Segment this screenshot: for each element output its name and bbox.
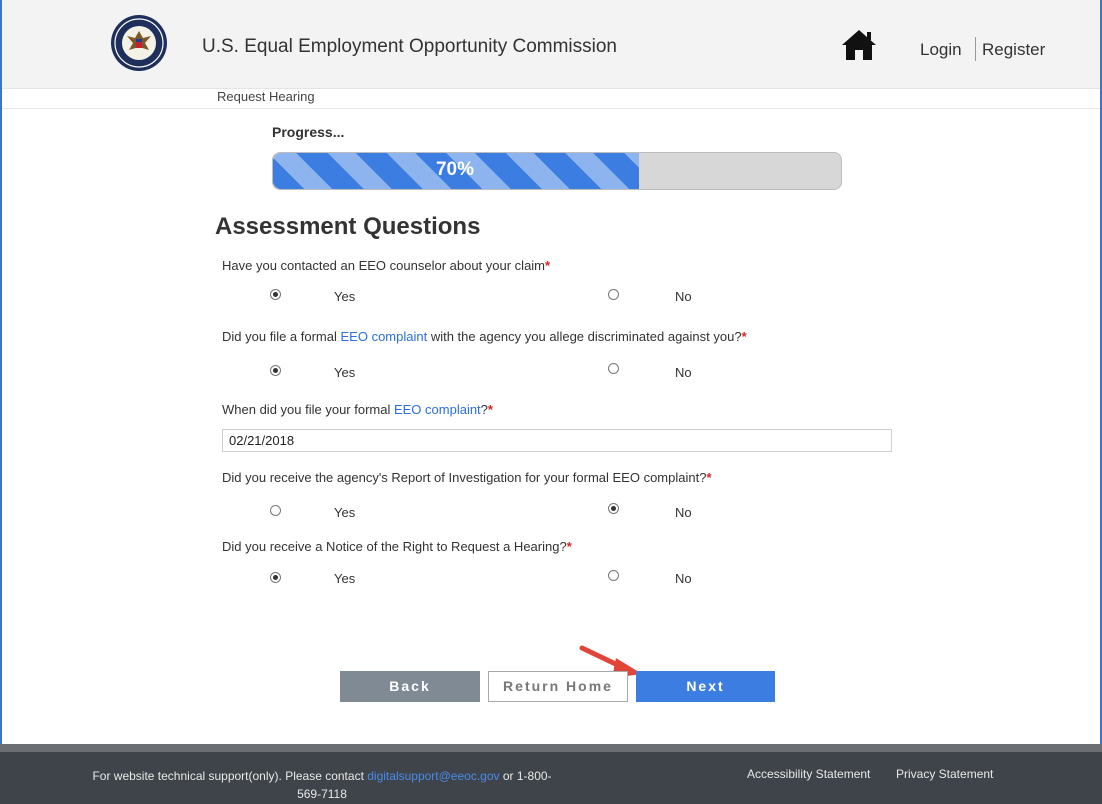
eeoc-seal-icon[interactable] xyxy=(110,14,168,72)
question-text: with the agency you allege discriminated… xyxy=(427,329,742,344)
q4-no-radio[interactable] xyxy=(608,503,619,514)
required-marker: * xyxy=(706,470,712,485)
required-marker: * xyxy=(545,258,551,273)
progress-bar: 70% xyxy=(272,152,842,190)
q4-yes-label[interactable]: Yes xyxy=(334,505,355,520)
breadcrumb-bar: Request Hearing xyxy=(2,88,1100,109)
q4-no-label[interactable]: No xyxy=(675,505,692,520)
support-email-link[interactable]: digitalsupport@eeoc.gov xyxy=(367,769,499,783)
question-2: Did you file a formal EEO complaint with… xyxy=(222,329,747,344)
q1-yes-radio[interactable] xyxy=(270,289,281,300)
question-text: Have you contacted an EEO counselor abou… xyxy=(222,258,546,273)
required-marker: * xyxy=(566,539,572,554)
question-text: Did you receive a Notice of the Right to… xyxy=(222,539,567,554)
next-button[interactable]: Next xyxy=(636,671,775,702)
nav-divider xyxy=(975,37,976,61)
question-4: Did you receive the agency's Report of I… xyxy=(222,470,712,485)
q5-no-label[interactable]: No xyxy=(675,571,692,586)
q2-yes-label[interactable]: Yes xyxy=(334,365,355,380)
q2-no-radio[interactable] xyxy=(608,363,619,374)
question-text: Did you file a formal xyxy=(222,329,341,344)
login-link[interactable]: Login xyxy=(920,40,962,60)
return-home-button[interactable]: Return Home xyxy=(488,671,628,702)
accessibility-statement-link[interactable]: Accessibility Statement xyxy=(747,767,870,781)
required-marker: * xyxy=(487,402,493,417)
progress-text: 70% xyxy=(435,159,475,180)
site-title: U.S. Equal Employment Opportunity Commis… xyxy=(202,36,617,57)
site-footer: For website technical support(only). Ple… xyxy=(0,752,1102,804)
eeo-complaint-link[interactable]: EEO complaint xyxy=(341,329,428,344)
q1-no-radio[interactable] xyxy=(608,289,619,300)
support-text-end: or 1-800- xyxy=(499,769,552,783)
question-text: When did you file your formal xyxy=(222,402,394,417)
complaint-date-input[interactable] xyxy=(222,429,892,452)
support-phone: 569-7118 xyxy=(297,787,347,801)
footer-divider xyxy=(0,744,1102,752)
eeo-complaint-link[interactable]: EEO complaint xyxy=(394,402,481,417)
q5-no-radio[interactable] xyxy=(608,570,619,581)
q5-yes-radio[interactable] xyxy=(270,572,281,583)
section-title: Assessment Questions xyxy=(215,213,481,240)
question-text: ? xyxy=(480,402,488,417)
privacy-statement-link[interactable]: Privacy Statement xyxy=(896,767,993,781)
q5-yes-label[interactable]: Yes xyxy=(334,571,355,586)
q2-yes-radio[interactable] xyxy=(270,365,281,376)
q4-yes-radio[interactable] xyxy=(270,505,281,516)
back-button[interactable]: Back xyxy=(340,671,480,702)
support-text: For website technical support(only). Ple… xyxy=(92,767,552,803)
question-5: Did you receive a Notice of the Right to… xyxy=(222,539,572,554)
question-1: Have you contacted an EEO counselor abou… xyxy=(222,258,550,273)
site-header: U.S. Equal Employment Opportunity Commis… xyxy=(2,0,1100,89)
breadcrumb: Request Hearing xyxy=(217,89,315,104)
question-text: Did you receive the agency's Report of I… xyxy=(222,470,707,485)
register-link[interactable]: Register xyxy=(982,40,1045,60)
q1-yes-label[interactable]: Yes xyxy=(334,289,355,304)
home-icon[interactable] xyxy=(840,28,878,62)
q1-no-label[interactable]: No xyxy=(675,289,692,304)
required-marker: * xyxy=(741,329,747,344)
question-3: When did you file your formal EEO compla… xyxy=(222,402,493,417)
support-text-start: For website technical support(only). Ple… xyxy=(92,769,368,783)
q2-no-label[interactable]: No xyxy=(675,365,692,380)
progress-label: Progress... xyxy=(272,124,345,140)
